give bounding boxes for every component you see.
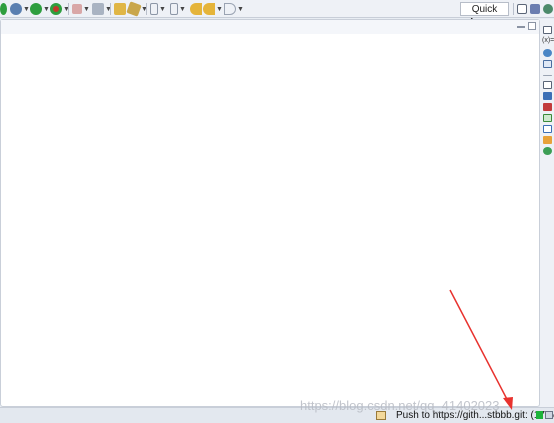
watermark-text: https://blog.csdn.net/qq_41402023 bbox=[300, 398, 500, 413]
toolbar-separator bbox=[110, 3, 111, 15]
java-perspective-icon bbox=[530, 4, 540, 14]
git-staging-icon[interactable] bbox=[543, 136, 552, 144]
toolbar-separator bbox=[513, 3, 514, 15]
stop-icon bbox=[72, 4, 82, 14]
quick-access-input[interactable]: Quick Access bbox=[460, 2, 509, 28]
progress-indicator-icon[interactable] bbox=[536, 411, 543, 419]
editor-area[interactable] bbox=[0, 19, 540, 407]
debug-icon bbox=[10, 3, 22, 15]
open-perspective-icon bbox=[517, 4, 527, 14]
debug-button[interactable]: ▼ bbox=[10, 2, 30, 16]
external-tools-button[interactable]: ▼ bbox=[50, 2, 70, 16]
back-icon bbox=[190, 3, 202, 15]
toolbar-separator bbox=[146, 3, 147, 15]
forward-button[interactable]: ▼ bbox=[203, 2, 223, 16]
breakpoints-icon[interactable] bbox=[543, 49, 552, 57]
toolbar-separator bbox=[68, 3, 69, 15]
annotation-button[interactable]: ▼ bbox=[170, 2, 186, 16]
next-button[interactable]: ▼ bbox=[224, 2, 244, 16]
progress-view-icon[interactable] bbox=[545, 411, 553, 419]
outline-icon[interactable] bbox=[543, 81, 552, 89]
tasks-icon[interactable] bbox=[543, 114, 552, 122]
dropdown-caret-icon[interactable]: ▼ bbox=[159, 6, 166, 13]
problems-icon[interactable] bbox=[543, 103, 552, 111]
dropdown-caret-icon[interactable]: ▼ bbox=[237, 6, 244, 13]
java-perspective-button[interactable] bbox=[530, 2, 540, 16]
dropdown-caret-icon[interactable]: ▼ bbox=[43, 6, 50, 13]
javadoc-icon[interactable] bbox=[543, 125, 552, 133]
run-green-icon bbox=[30, 3, 42, 15]
run-icon bbox=[0, 3, 7, 15]
annotation-icon bbox=[170, 3, 178, 15]
main-toolbar: ▼ ▼ ▼ ▼ ▼ ▼ ▼ ▼ ▼ ▼ Quick Access bbox=[0, 0, 554, 28]
restore-icon[interactable] bbox=[543, 26, 552, 34]
repository-icon[interactable] bbox=[543, 147, 552, 155]
expressions-icon[interactable] bbox=[543, 60, 552, 68]
back-button[interactable] bbox=[190, 2, 202, 16]
minimize-icon[interactable] bbox=[517, 22, 525, 28]
editor-tab-strip bbox=[1, 20, 539, 34]
right-trim-stack: (x)= bbox=[540, 19, 554, 407]
search-button[interactable]: ▼ bbox=[126, 1, 148, 17]
forward-icon bbox=[203, 3, 215, 15]
dropdown-caret-icon[interactable]: ▼ bbox=[216, 6, 223, 13]
console-icon[interactable] bbox=[543, 92, 552, 100]
open-perspective-button[interactable] bbox=[517, 2, 527, 16]
maximize-icon[interactable] bbox=[528, 22, 536, 30]
next-icon bbox=[224, 3, 236, 15]
open-folder-button[interactable] bbox=[114, 2, 126, 16]
dropdown-caret-icon[interactable]: ▼ bbox=[179, 6, 186, 13]
stop-button[interactable]: ▼ bbox=[72, 2, 90, 16]
external-tools-icon bbox=[50, 3, 62, 15]
debug-perspective-button[interactable] bbox=[543, 2, 553, 16]
run-as-button[interactable]: ▼ bbox=[30, 2, 50, 16]
build-icon bbox=[92, 3, 104, 15]
trim-separator bbox=[543, 75, 552, 76]
search-icon bbox=[126, 1, 142, 17]
dropdown-caret-icon[interactable]: ▼ bbox=[83, 6, 90, 13]
pin-icon bbox=[150, 3, 158, 15]
open-folder-icon bbox=[114, 3, 126, 15]
build-button[interactable]: ▼ bbox=[92, 2, 112, 16]
pin-button[interactable]: ▼ bbox=[150, 2, 166, 16]
debug-perspective-icon bbox=[543, 4, 553, 14]
variables-icon[interactable]: (x)= bbox=[542, 37, 554, 45]
run-button[interactable] bbox=[0, 2, 7, 16]
dropdown-caret-icon[interactable]: ▼ bbox=[23, 6, 30, 13]
